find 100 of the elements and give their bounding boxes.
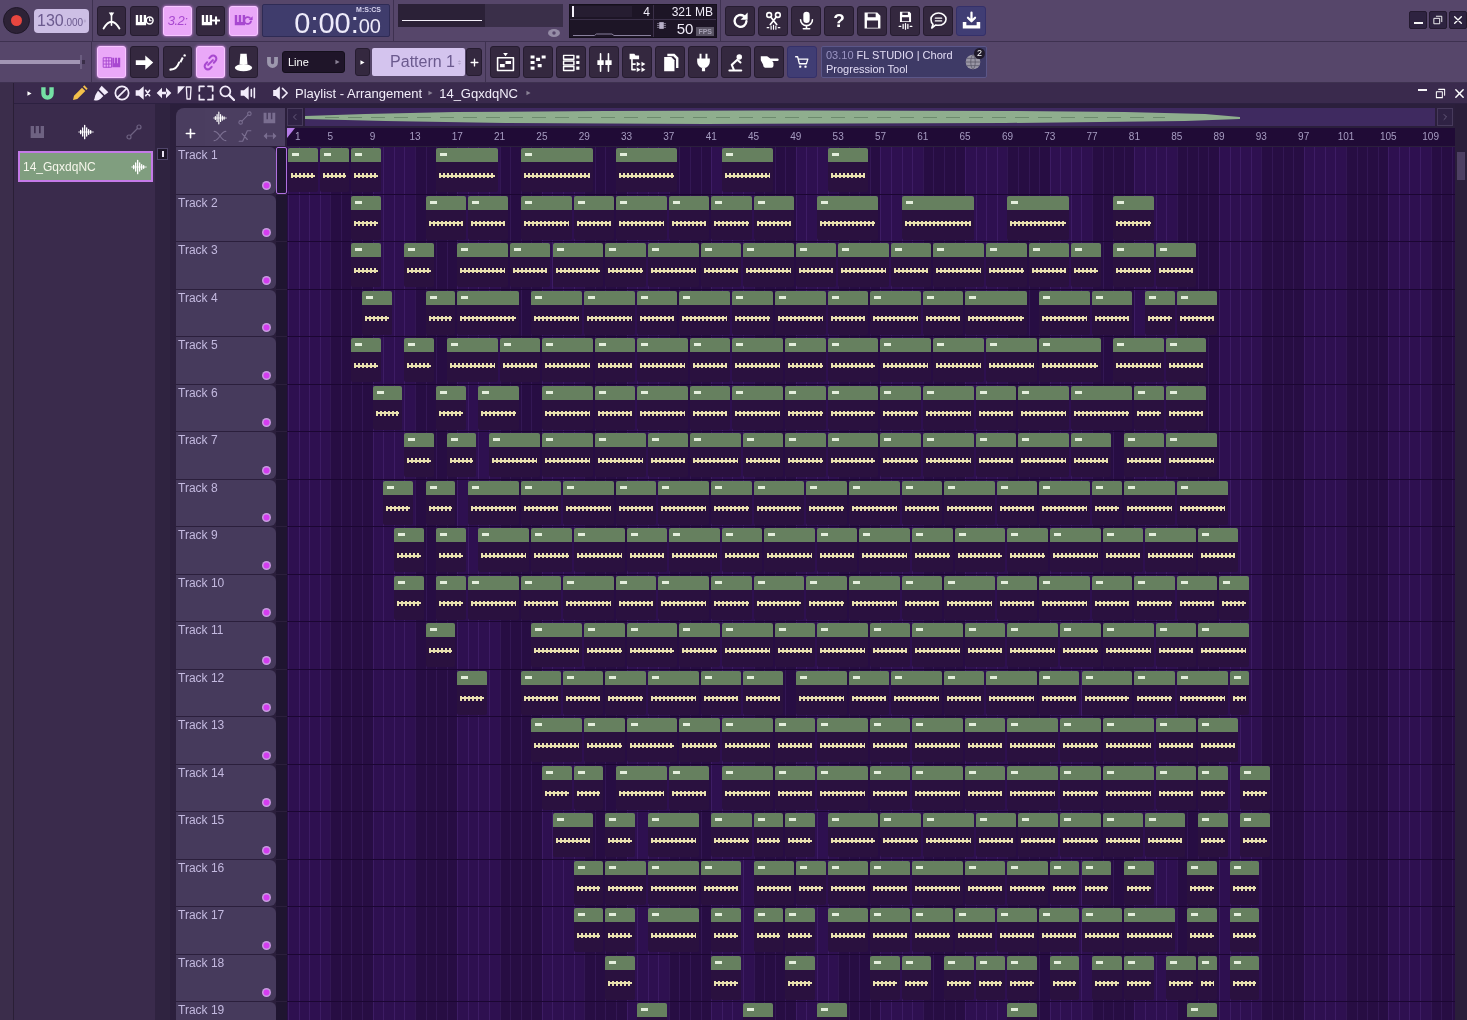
enable-dot-icon[interactable] [262, 798, 271, 807]
audio-clip[interactable] [922, 433, 974, 477]
audio-clip[interactable] [711, 908, 741, 952]
audio-clip[interactable] [647, 433, 689, 477]
audio-clip[interactable] [1197, 623, 1249, 667]
audio-clip[interactable] [996, 908, 1038, 952]
enable-dot-icon[interactable] [262, 750, 271, 760]
audio-clip[interactable] [827, 433, 879, 477]
audio-clip[interactable] [1155, 623, 1196, 667]
audio-clip[interactable] [1007, 860, 1048, 905]
audio-clip[interactable] [1144, 290, 1175, 335]
pages-button[interactable] [655, 46, 685, 78]
audio-clip[interactable] [520, 148, 593, 192]
audio-clip[interactable] [806, 480, 847, 525]
audio-clip[interactable] [1176, 670, 1228, 715]
arrangement-overview[interactable] [305, 108, 1435, 126]
audio-clip[interactable] [1070, 433, 1112, 477]
audio-clip[interactable] [573, 528, 625, 572]
audio-clip[interactable] [996, 575, 1038, 620]
audio-clip[interactable] [584, 623, 625, 667]
audio-clip[interactable] [1007, 955, 1038, 1000]
audio-clip[interactable] [975, 955, 1006, 1000]
tempo-field[interactable]: 130.000 [34, 8, 89, 33]
audio-clip[interactable] [965, 290, 1027, 335]
audio-clip[interactable] [785, 433, 826, 477]
track-name[interactable]: Track 1 [178, 149, 218, 162]
audio-clip[interactable] [753, 860, 794, 905]
audio-clip[interactable] [795, 860, 826, 905]
audio-clip[interactable] [563, 670, 604, 715]
audio-clip[interactable] [753, 195, 794, 240]
audio-clip[interactable] [457, 290, 519, 335]
audio-clip[interactable] [1229, 670, 1249, 715]
audio-clip[interactable] [1028, 243, 1069, 287]
audio-clip[interactable] [1060, 765, 1101, 810]
audio-clip[interactable] [785, 813, 815, 857]
close-icon[interactable] [1454, 87, 1465, 99]
audio-clip[interactable] [1229, 860, 1260, 905]
audio-clip[interactable] [425, 195, 466, 240]
audio-clip[interactable] [1176, 290, 1218, 335]
audio-clip[interactable] [1092, 290, 1133, 335]
audio-clip[interactable] [499, 338, 540, 382]
audio-clip[interactable] [711, 480, 752, 525]
audio-clip[interactable] [764, 528, 815, 572]
audio-clip[interactable] [1060, 813, 1101, 857]
timeline-ruler[interactable]: 1 5 9 13 17 21 25 29 33 37 41 45 49 53 57 61 65 69 73 77 81 85 89 93 97 101 105 109 [287, 128, 1455, 146]
audio-clip[interactable] [467, 195, 509, 240]
audio-clip[interactable] [912, 860, 964, 905]
audio-clip[interactable] [372, 385, 403, 430]
audio-clip[interactable] [880, 813, 921, 857]
audio-clip[interactable] [637, 385, 688, 430]
playhead-marker[interactable] [287, 128, 295, 138]
audio-clip[interactable] [817, 718, 868, 762]
audio-clip[interactable] [1018, 433, 1069, 477]
audio-clip[interactable] [690, 385, 731, 430]
audio-clip[interactable] [742, 670, 784, 715]
audio-clip[interactable] [880, 338, 932, 382]
enable-dot-icon[interactable] [262, 988, 271, 997]
audio-clip[interactable] [1007, 765, 1059, 810]
audio-clip[interactable] [1049, 528, 1101, 572]
audio-clip[interactable] [753, 813, 784, 857]
audio-clip[interactable] [615, 765, 667, 810]
audio-clip[interactable] [912, 718, 964, 762]
audio-clip[interactable] [742, 433, 784, 477]
audio-clip[interactable] [848, 575, 900, 620]
audio-clip[interactable] [901, 955, 932, 1000]
save-button[interactable] [857, 5, 887, 36]
audio-clip[interactable] [742, 243, 794, 287]
audio-clip[interactable] [1102, 528, 1143, 572]
audio-clip[interactable] [594, 385, 636, 430]
track-name[interactable]: Track 18 [178, 956, 225, 970]
audio-clip[interactable] [922, 385, 974, 430]
audio-clip[interactable] [901, 575, 942, 620]
audio-clip[interactable] [912, 528, 953, 572]
audio-clip[interactable] [1123, 480, 1175, 525]
audio-clip[interactable] [383, 480, 413, 525]
audio-clip[interactable] [986, 338, 1038, 382]
audio-clip[interactable] [1229, 908, 1260, 952]
magnet-icon[interactable] [40, 85, 55, 101]
audio-clip[interactable] [351, 148, 382, 192]
audio-clip[interactable] [626, 623, 678, 667]
triangle-bar-icon[interactable] [177, 85, 193, 101]
picker-scrollbar[interactable] [155, 104, 170, 1020]
breadcrumb-link[interactable]: 14_GqxdqNC [439, 85, 518, 101]
audio-clip[interactable] [1007, 623, 1059, 667]
audio-clip[interactable] [573, 195, 614, 240]
magnifier-icon[interactable] [219, 85, 235, 101]
audio-clip[interactable] [1123, 433, 1165, 477]
audio-clip[interactable] [1060, 718, 1101, 762]
audio-clip[interactable] [965, 765, 1006, 810]
audio-clip[interactable] [1144, 528, 1196, 572]
audio-clip[interactable] [478, 385, 519, 430]
track-name[interactable]: Track 16 [178, 861, 225, 875]
audio-clip[interactable] [817, 765, 868, 810]
track-name[interactable]: Track 12 [178, 671, 225, 685]
audio-clip[interactable] [584, 718, 625, 762]
audio-clip[interactable] [1007, 528, 1048, 572]
arrow-button[interactable] [130, 46, 159, 78]
audio-clip[interactable] [351, 243, 382, 287]
audio-clip[interactable] [489, 433, 540, 477]
speaker-chevron-icon[interactable] [272, 85, 289, 101]
